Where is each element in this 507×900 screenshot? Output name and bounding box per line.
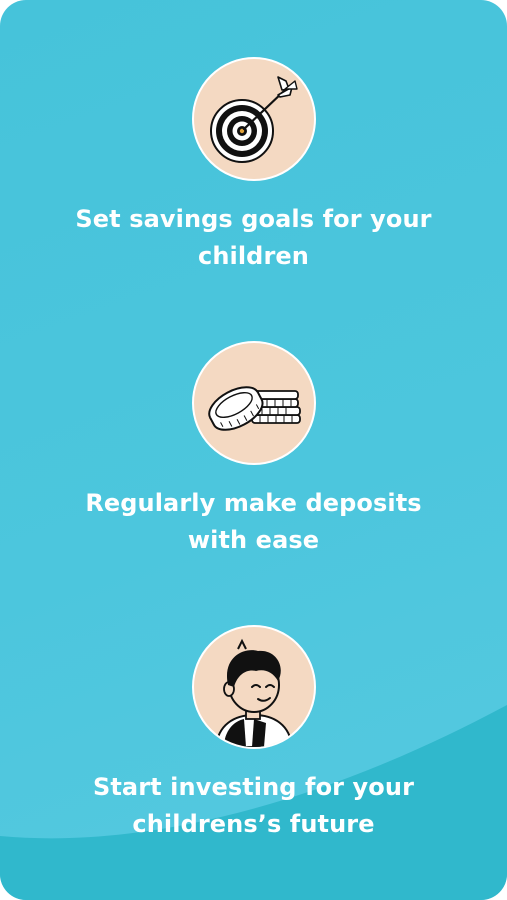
feature-deposits: Regularly make deposits with ease [0,341,507,559]
feature-caption: Start investing for your childrens’s fut… [92,773,415,838]
feature-investing: Start investing for your childrens’s fut… [0,625,507,843]
coins-icon [191,341,316,465]
target-icon [191,57,316,181]
feature-caption: Set savings goals for your children [75,205,432,270]
feature-savings-goals: Set savings goals for your children [0,57,507,275]
child-icon [191,625,316,749]
feature-caption: Regularly make deposits with ease [85,489,422,554]
onboarding-card: Set savings goals for your children Regu… [0,0,507,900]
